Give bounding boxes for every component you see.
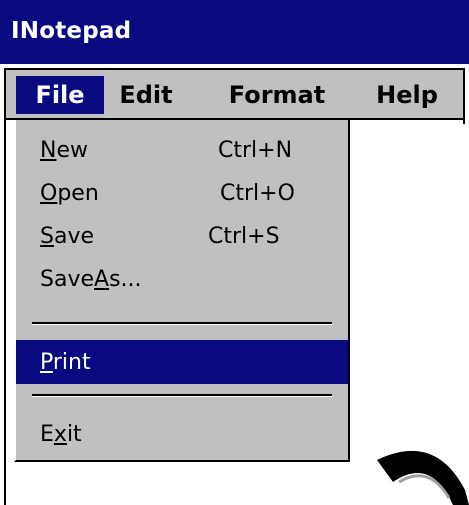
- window-edge: [463, 68, 465, 124]
- menu-item-print[interactable]: Print: [16, 340, 348, 384]
- client-area-border: [4, 120, 6, 505]
- menu-file[interactable]: File: [16, 76, 104, 114]
- menu-item-label: Exit: [40, 422, 82, 447]
- menu-item-exit[interactable]: Exit: [16, 412, 348, 456]
- menu-item-shortcut: Ctrl+O: [220, 181, 295, 206]
- menu-item-label: Open: [40, 181, 99, 206]
- menu-help[interactable]: Help: [367, 76, 447, 114]
- menu-item-label: SaveAs...: [40, 267, 142, 292]
- menu-item-shortcut: Ctrl+S: [208, 224, 280, 249]
- menu-item-open[interactable]: Open Ctrl+O: [16, 171, 348, 215]
- title-bar: INotepad: [0, 0, 469, 64]
- menu-item-label: Save: [40, 224, 95, 249]
- menu-item-label: Print: [40, 350, 91, 375]
- menu-item-save[interactable]: Save Ctrl+S: [16, 214, 348, 258]
- menu-item-shortcut: Ctrl+N: [218, 138, 293, 163]
- menu-item-new[interactable]: New Ctrl+N: [16, 128, 348, 172]
- menu-separator: [32, 394, 332, 397]
- menu-edit[interactable]: Edit: [110, 76, 182, 114]
- file-menu-dropdown: New Ctrl+N Open Ctrl+O Save Ctrl+S SaveA…: [14, 120, 350, 462]
- busy-spinner-icon: [377, 450, 469, 505]
- window-title: INotepad: [11, 18, 132, 44]
- menu-item-label: New: [40, 138, 88, 163]
- menu-item-save-as[interactable]: SaveAs...: [16, 257, 348, 301]
- menu-format[interactable]: Format: [220, 76, 334, 114]
- menu-separator: [32, 322, 332, 325]
- menu-bar: File Edit Format Help: [4, 68, 465, 120]
